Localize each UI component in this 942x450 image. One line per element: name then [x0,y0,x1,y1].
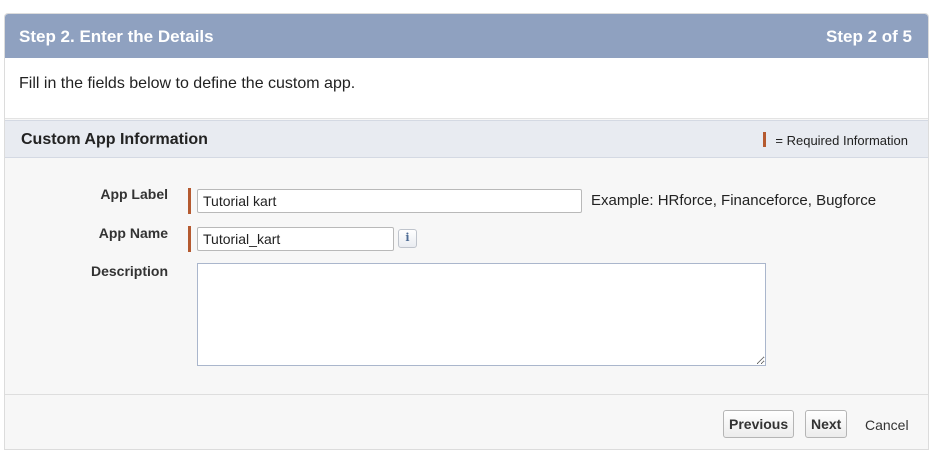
previous-button[interactable]: Previous [723,410,795,438]
intro-section: Fill in the fields below to define the c… [5,58,928,119]
cancel-link[interactable]: Cancel [865,417,909,433]
app-name-label: App Name [98,225,168,241]
intro-text: Fill in the fields below to define the c… [19,75,356,92]
required-marker-icon [763,132,767,147]
app-label-example: Example: HRforce, Financeforce, Bugforce [591,192,877,209]
wizard-panel: Step 2. Enter the Details Step 2 of 5 Fi… [4,13,929,450]
footer-bar: Previous Next Cancel [5,394,928,449]
app-name-input[interactable] [197,227,394,251]
app-label-input[interactable] [197,189,582,213]
section-header: Custom App Information = Required Inform… [5,120,928,158]
section-title: Custom App Information [21,131,208,148]
required-indicator [188,188,191,214]
description-label: Description [90,263,168,279]
required-indicator [188,226,191,252]
required-legend-text: = Required Information [775,133,908,148]
step-indicator: Step 2 of 5 [826,27,912,46]
required-legend: = Required Information [763,132,908,148]
next-button[interactable]: Next [805,410,848,438]
info-icon[interactable]: i [398,229,417,248]
title-bar: Step 2. Enter the Details Step 2 of 5 [5,14,928,58]
app-label-label: App Label [100,186,168,202]
description-textarea[interactable] [197,263,766,366]
page-title: Step 2. Enter the Details [19,27,214,46]
